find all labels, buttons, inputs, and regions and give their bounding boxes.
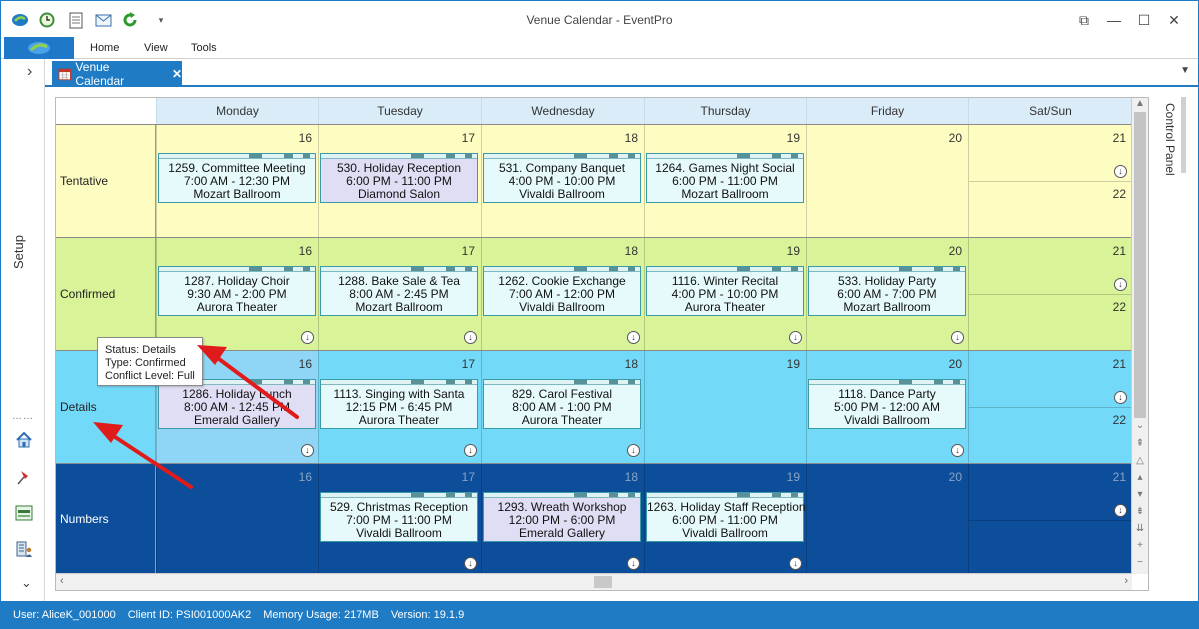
app-window: ▾ Venue Calendar - EventPro ⧉ — ☐ ✕ Home…	[0, 0, 1199, 629]
status-client-id: Client ID: PSI001000AK2	[127, 608, 252, 621]
status-version: Version: 19.1.9	[390, 608, 465, 621]
annotation-arrows	[93, 345, 299, 489]
status-memory-usage: Memory Usage: 217MB	[263, 608, 379, 621]
annotation-arrow-details-row	[107, 431, 193, 489]
status-bar: User: AliceK_001000 Client ID: PSI001000…	[1, 601, 1198, 628]
status-user: User: AliceK_001000	[13, 608, 116, 621]
annotation-arrow-tooltip	[213, 354, 299, 419]
